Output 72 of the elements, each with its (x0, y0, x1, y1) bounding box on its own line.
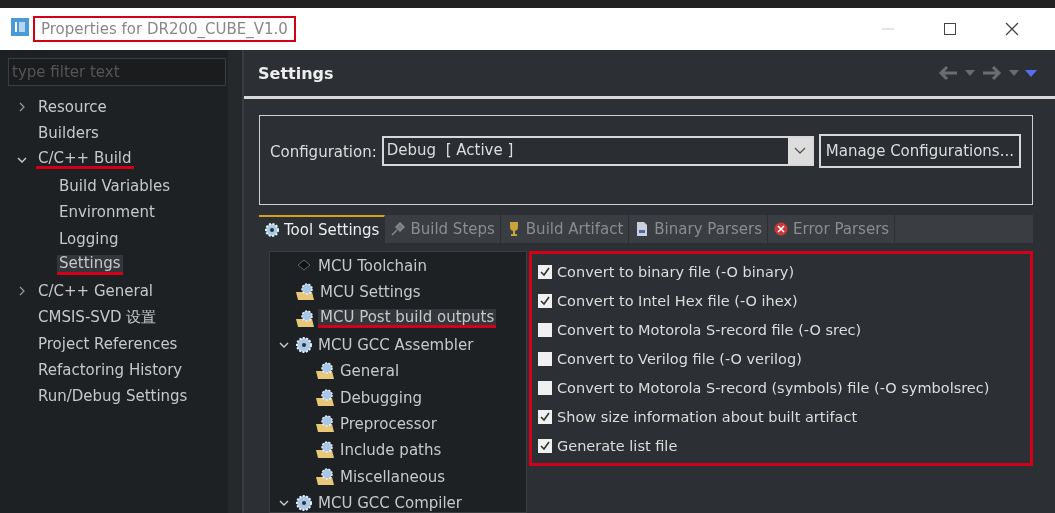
folder-gear-icon (315, 441, 335, 460)
checkbox[interactable] (538, 264, 552, 279)
page-title: Settings (258, 63, 334, 83)
option-checkbox[interactable]: Convert to Verilog file (-O verilog) (538, 344, 1024, 373)
view-menu-icon[interactable] (1025, 69, 1037, 77)
option-checkbox[interactable]: Convert to Motorola S-record file (-O srec) (538, 315, 1024, 344)
checkbox[interactable] (538, 409, 552, 424)
tree-item[interactable]: MCU Settings (318, 283, 423, 302)
folder-gear-icon (295, 283, 315, 302)
maximize-icon[interactable] (942, 21, 958, 37)
dropdown-caret-icon[interactable] (1009, 70, 1019, 76)
tree-item[interactable]: Build Variables (57, 177, 172, 196)
checkbox[interactable] (538, 380, 552, 395)
chevron-right-icon[interactable] (17, 286, 27, 297)
folder-gear-icon (315, 362, 335, 381)
option-checkbox[interactable]: Generate list file (538, 431, 1024, 460)
checkbox[interactable] (538, 322, 552, 337)
folder-gear-icon (315, 388, 335, 407)
tree-item[interactable]: C/C++ General (36, 282, 156, 301)
tree-item[interactable]: C/C++ Build (36, 150, 134, 170)
chevron-right-icon[interactable] (17, 102, 27, 113)
tree-item[interactable]: Project References (36, 334, 180, 353)
back-arrow-icon[interactable] (937, 64, 959, 82)
tree-item[interactable]: Settings (57, 255, 123, 275)
option-checkbox[interactable]: Convert to binary file (-O binary) (538, 257, 1024, 286)
option-checkbox[interactable]: Convert to Intel Hex file (-O ihex) (538, 286, 1024, 315)
tree-item[interactable]: MCU GCC Compiler (316, 493, 465, 512)
option-label: Convert to binary file (-O binary) (557, 263, 795, 280)
tree-item[interactable]: Include paths (338, 441, 444, 460)
tree-item[interactable]: CMSIS-SVD 设置 (36, 308, 159, 327)
gear-icon (295, 493, 313, 512)
chevron-down-icon (793, 147, 806, 155)
option-label: Show size information about built artifact (557, 408, 858, 425)
tree-item[interactable]: Run/Debug Settings (36, 387, 190, 406)
folder-gear-icon (315, 467, 335, 486)
folder-gear-icon (295, 309, 315, 328)
option-label: Generate list file (557, 437, 678, 454)
tab[interactable]: Tool Settings (259, 215, 386, 243)
tree-item[interactable]: Refactoring History (36, 361, 185, 380)
option-label: Convert to Verilog file (-O verilog) (557, 350, 802, 367)
checkbox[interactable] (538, 293, 552, 308)
tree-item[interactable]: MCU Toolchain (316, 257, 429, 276)
forward-arrow-icon[interactable] (981, 64, 1003, 82)
option-label: Convert to Intel Hex file (-O ihex) (557, 292, 798, 309)
tree-item[interactable]: Preprocessor (338, 414, 439, 433)
gear-icon (264, 222, 280, 238)
pushpin-icon (390, 221, 407, 237)
tree-item[interactable]: Environment (57, 203, 157, 222)
tree-item[interactable]: Resource (36, 98, 109, 117)
folder-gear-icon (315, 414, 335, 433)
tree-item[interactable]: Miscellaneous (338, 467, 448, 486)
window-title: Properties for DR200_CUBE_V1.0 (33, 16, 296, 42)
option-checkbox[interactable]: Convert to Motorola S-record (symbols) file (-O symbolsrec) (538, 373, 1024, 402)
tree-item[interactable]: Builders (36, 124, 101, 143)
configuration-label: Configuration: (270, 143, 377, 161)
tree-item[interactable]: General (338, 362, 402, 381)
dropdown-caret-icon[interactable] (965, 70, 975, 76)
checkbox[interactable] (538, 438, 552, 453)
gear-icon (295, 336, 313, 355)
manage-configurations-button[interactable]: Manage Configurations... (818, 134, 1021, 168)
tree-item[interactable]: MCU Post build outputs (318, 309, 497, 329)
error-icon (773, 221, 790, 237)
option-checkbox[interactable]: Show size information about built artifact (538, 402, 1024, 431)
close-icon[interactable] (1004, 21, 1020, 37)
tree-item[interactable]: MCU GCC Assembler (316, 336, 476, 355)
configuration-dropdown[interactable]: Debug [ Active ] (381, 136, 814, 166)
checkbox[interactable] (538, 351, 552, 366)
tree-item[interactable]: Logging (57, 229, 121, 248)
option-label: Convert to Motorola S-record file (-O srec) (557, 321, 862, 338)
tree-item[interactable]: Debugging (338, 388, 425, 407)
filter-field[interactable]: type filter text (8, 58, 226, 86)
option-label: Convert to Motorola S-record (symbols) file (-O symbolsrec) (557, 379, 990, 396)
